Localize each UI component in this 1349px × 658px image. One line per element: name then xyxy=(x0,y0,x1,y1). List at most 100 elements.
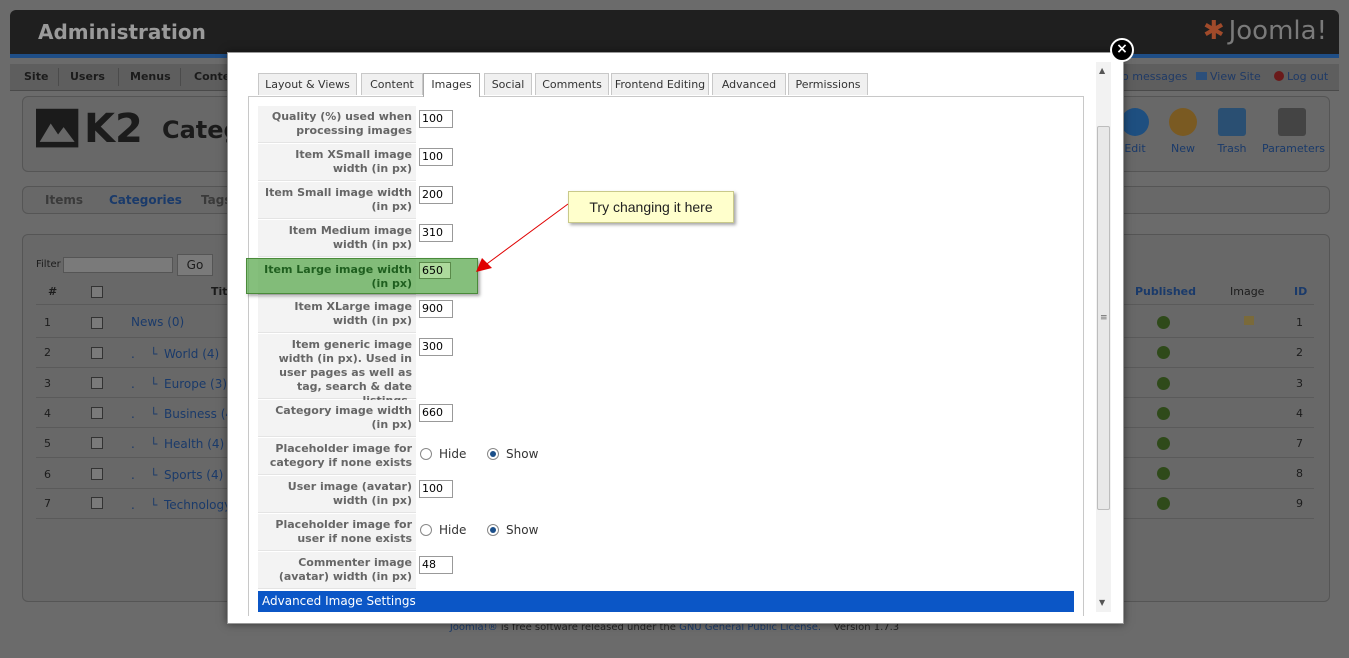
highlighted-field-label: Item Large image width (in px) xyxy=(264,263,412,290)
row-tree-indent: . └ xyxy=(131,498,158,512)
advanced-image-settings-header[interactable]: Advanced Image Settings xyxy=(258,591,1074,612)
menu-users[interactable]: Users xyxy=(70,70,105,83)
published-check-icon[interactable] xyxy=(1157,437,1170,450)
parameters-button[interactable]: Parameters xyxy=(1262,108,1325,155)
published-check-icon[interactable] xyxy=(1157,346,1170,359)
view-site-link[interactable]: View Site xyxy=(1196,70,1261,83)
field-label: Quality (%) used when processing images xyxy=(258,106,416,143)
callout-arrow xyxy=(476,203,569,272)
trash-button[interactable]: Trash xyxy=(1202,108,1262,155)
monitor-icon xyxy=(1196,72,1207,80)
radio-label: Hide xyxy=(439,447,467,461)
col-image: Image xyxy=(1230,285,1265,298)
row-id: 8 xyxy=(1296,467,1303,480)
user-avatar-width-input[interactable]: 100 xyxy=(419,480,453,498)
menu-separator xyxy=(58,68,59,86)
trash-icon xyxy=(1218,108,1246,136)
filter-input[interactable] xyxy=(63,257,173,273)
category-placeholder-show-radio[interactable] xyxy=(487,448,499,460)
row-title-link[interactable]: Business (4 xyxy=(164,407,233,421)
published-check-icon[interactable] xyxy=(1157,467,1170,480)
logout-icon xyxy=(1274,71,1284,81)
close-icon[interactable]: × xyxy=(1110,38,1134,62)
row-tree-indent: . └ xyxy=(131,437,158,451)
row-checkbox[interactable] xyxy=(91,468,103,480)
row-checkbox[interactable] xyxy=(91,407,103,419)
menu-separator xyxy=(180,68,181,86)
small-width-input[interactable]: 200 xyxy=(419,186,453,204)
admin-header: Administration ✱ Joomla! xyxy=(10,10,1339,58)
user-placeholder-show-radio[interactable] xyxy=(487,524,499,536)
col-published[interactable]: Published xyxy=(1135,285,1196,298)
tab-advanced[interactable]: Advanced xyxy=(712,73,786,95)
subnav-categories[interactable]: Categories xyxy=(109,193,182,207)
generic-width-input[interactable]: 300 xyxy=(419,338,453,356)
row-number: 3 xyxy=(44,377,51,390)
tab-layout-views[interactable]: Layout & Views xyxy=(258,73,357,95)
row-checkbox[interactable] xyxy=(91,347,103,359)
row-title-link[interactable]: Technology xyxy=(164,498,231,512)
medium-width-input[interactable]: 310 xyxy=(419,224,453,242)
quality-input[interactable]: 100 xyxy=(419,110,453,128)
row-title-link[interactable]: World (4) xyxy=(164,347,219,361)
go-button[interactable]: Go xyxy=(177,254,213,276)
row-title-link[interactable]: News (0) xyxy=(131,315,184,329)
published-check-icon[interactable] xyxy=(1157,377,1170,390)
k2-logo-icon xyxy=(36,108,79,148)
tab-permissions[interactable]: Permissions xyxy=(788,73,868,95)
plus-icon xyxy=(1169,108,1197,136)
menu-menus[interactable]: Menus xyxy=(130,70,171,83)
row-tree-indent: . └ xyxy=(131,377,158,391)
subnav-items[interactable]: Items xyxy=(45,193,83,207)
field-label: Item XLarge image width (in px) xyxy=(258,296,416,333)
tab-comments[interactable]: Comments xyxy=(535,73,609,95)
logout-link[interactable]: Log out xyxy=(1274,70,1328,83)
field-label: Item Small image width (in px) xyxy=(258,182,416,219)
scroll-grip-icon: ≡ xyxy=(1100,313,1108,323)
admin-title: Administration xyxy=(38,20,206,44)
scroll-down-icon[interactable]: ▼ xyxy=(1099,598,1105,607)
row-title-link[interactable]: Health (4) xyxy=(164,437,224,451)
user-placeholder-hide-radio[interactable] xyxy=(420,524,432,536)
large-width-input[interactable]: 650 xyxy=(419,262,451,279)
row-id: 2 xyxy=(1296,346,1303,359)
row-checkbox[interactable] xyxy=(91,317,103,329)
radio-label: Show xyxy=(506,447,539,461)
row-number: 4 xyxy=(44,407,51,420)
xsmall-width-input[interactable]: 100 xyxy=(419,148,453,166)
menu-site[interactable]: Site xyxy=(24,70,48,83)
scroll-up-icon[interactable]: ▲ xyxy=(1099,66,1105,75)
xlarge-width-input[interactable]: 900 xyxy=(419,300,453,318)
published-check-icon[interactable] xyxy=(1157,316,1170,329)
tab-frontend-editing[interactable]: Frontend Editing xyxy=(611,73,709,95)
row-number: 6 xyxy=(44,468,51,481)
k2-logo-text: K2 xyxy=(84,106,143,152)
category-placeholder-hide-radio[interactable] xyxy=(420,448,432,460)
row-title-link[interactable]: Europe (3) xyxy=(164,377,227,391)
commenter-avatar-width-input[interactable]: 48 xyxy=(419,556,453,574)
field-label: Commenter image (avatar) width (in px) xyxy=(258,552,416,589)
row-checkbox[interactable] xyxy=(91,437,103,449)
row-checkbox[interactable] xyxy=(91,497,103,509)
field-label: Placeholder image for category if none e… xyxy=(258,438,416,475)
row-id: 7 xyxy=(1296,437,1303,450)
col-id[interactable]: ID xyxy=(1294,285,1307,298)
row-id: 9 xyxy=(1296,497,1303,510)
col-number: # xyxy=(48,285,58,298)
row-title-link[interactable]: Sports (4) xyxy=(164,468,223,482)
row-checkbox[interactable] xyxy=(91,377,103,389)
edit-icon xyxy=(1121,108,1149,136)
row-number: 5 xyxy=(44,437,51,450)
filter-label: Filter xyxy=(36,259,61,270)
tab-images[interactable]: Images xyxy=(423,73,480,97)
published-check-icon[interactable] xyxy=(1157,407,1170,420)
joomla-star-icon: ✱ xyxy=(1202,16,1225,46)
select-all-checkbox[interactable] xyxy=(91,286,103,298)
published-check-icon[interactable] xyxy=(1157,497,1170,510)
messages-status[interactable]: o messages xyxy=(1122,70,1187,83)
category-width-input[interactable]: 660 xyxy=(419,404,453,422)
tab-social[interactable]: Social xyxy=(484,73,532,95)
col-title[interactable]: Tit xyxy=(211,285,228,298)
tab-content[interactable]: Content xyxy=(361,73,423,95)
row-tree-indent: . └ xyxy=(131,407,158,421)
